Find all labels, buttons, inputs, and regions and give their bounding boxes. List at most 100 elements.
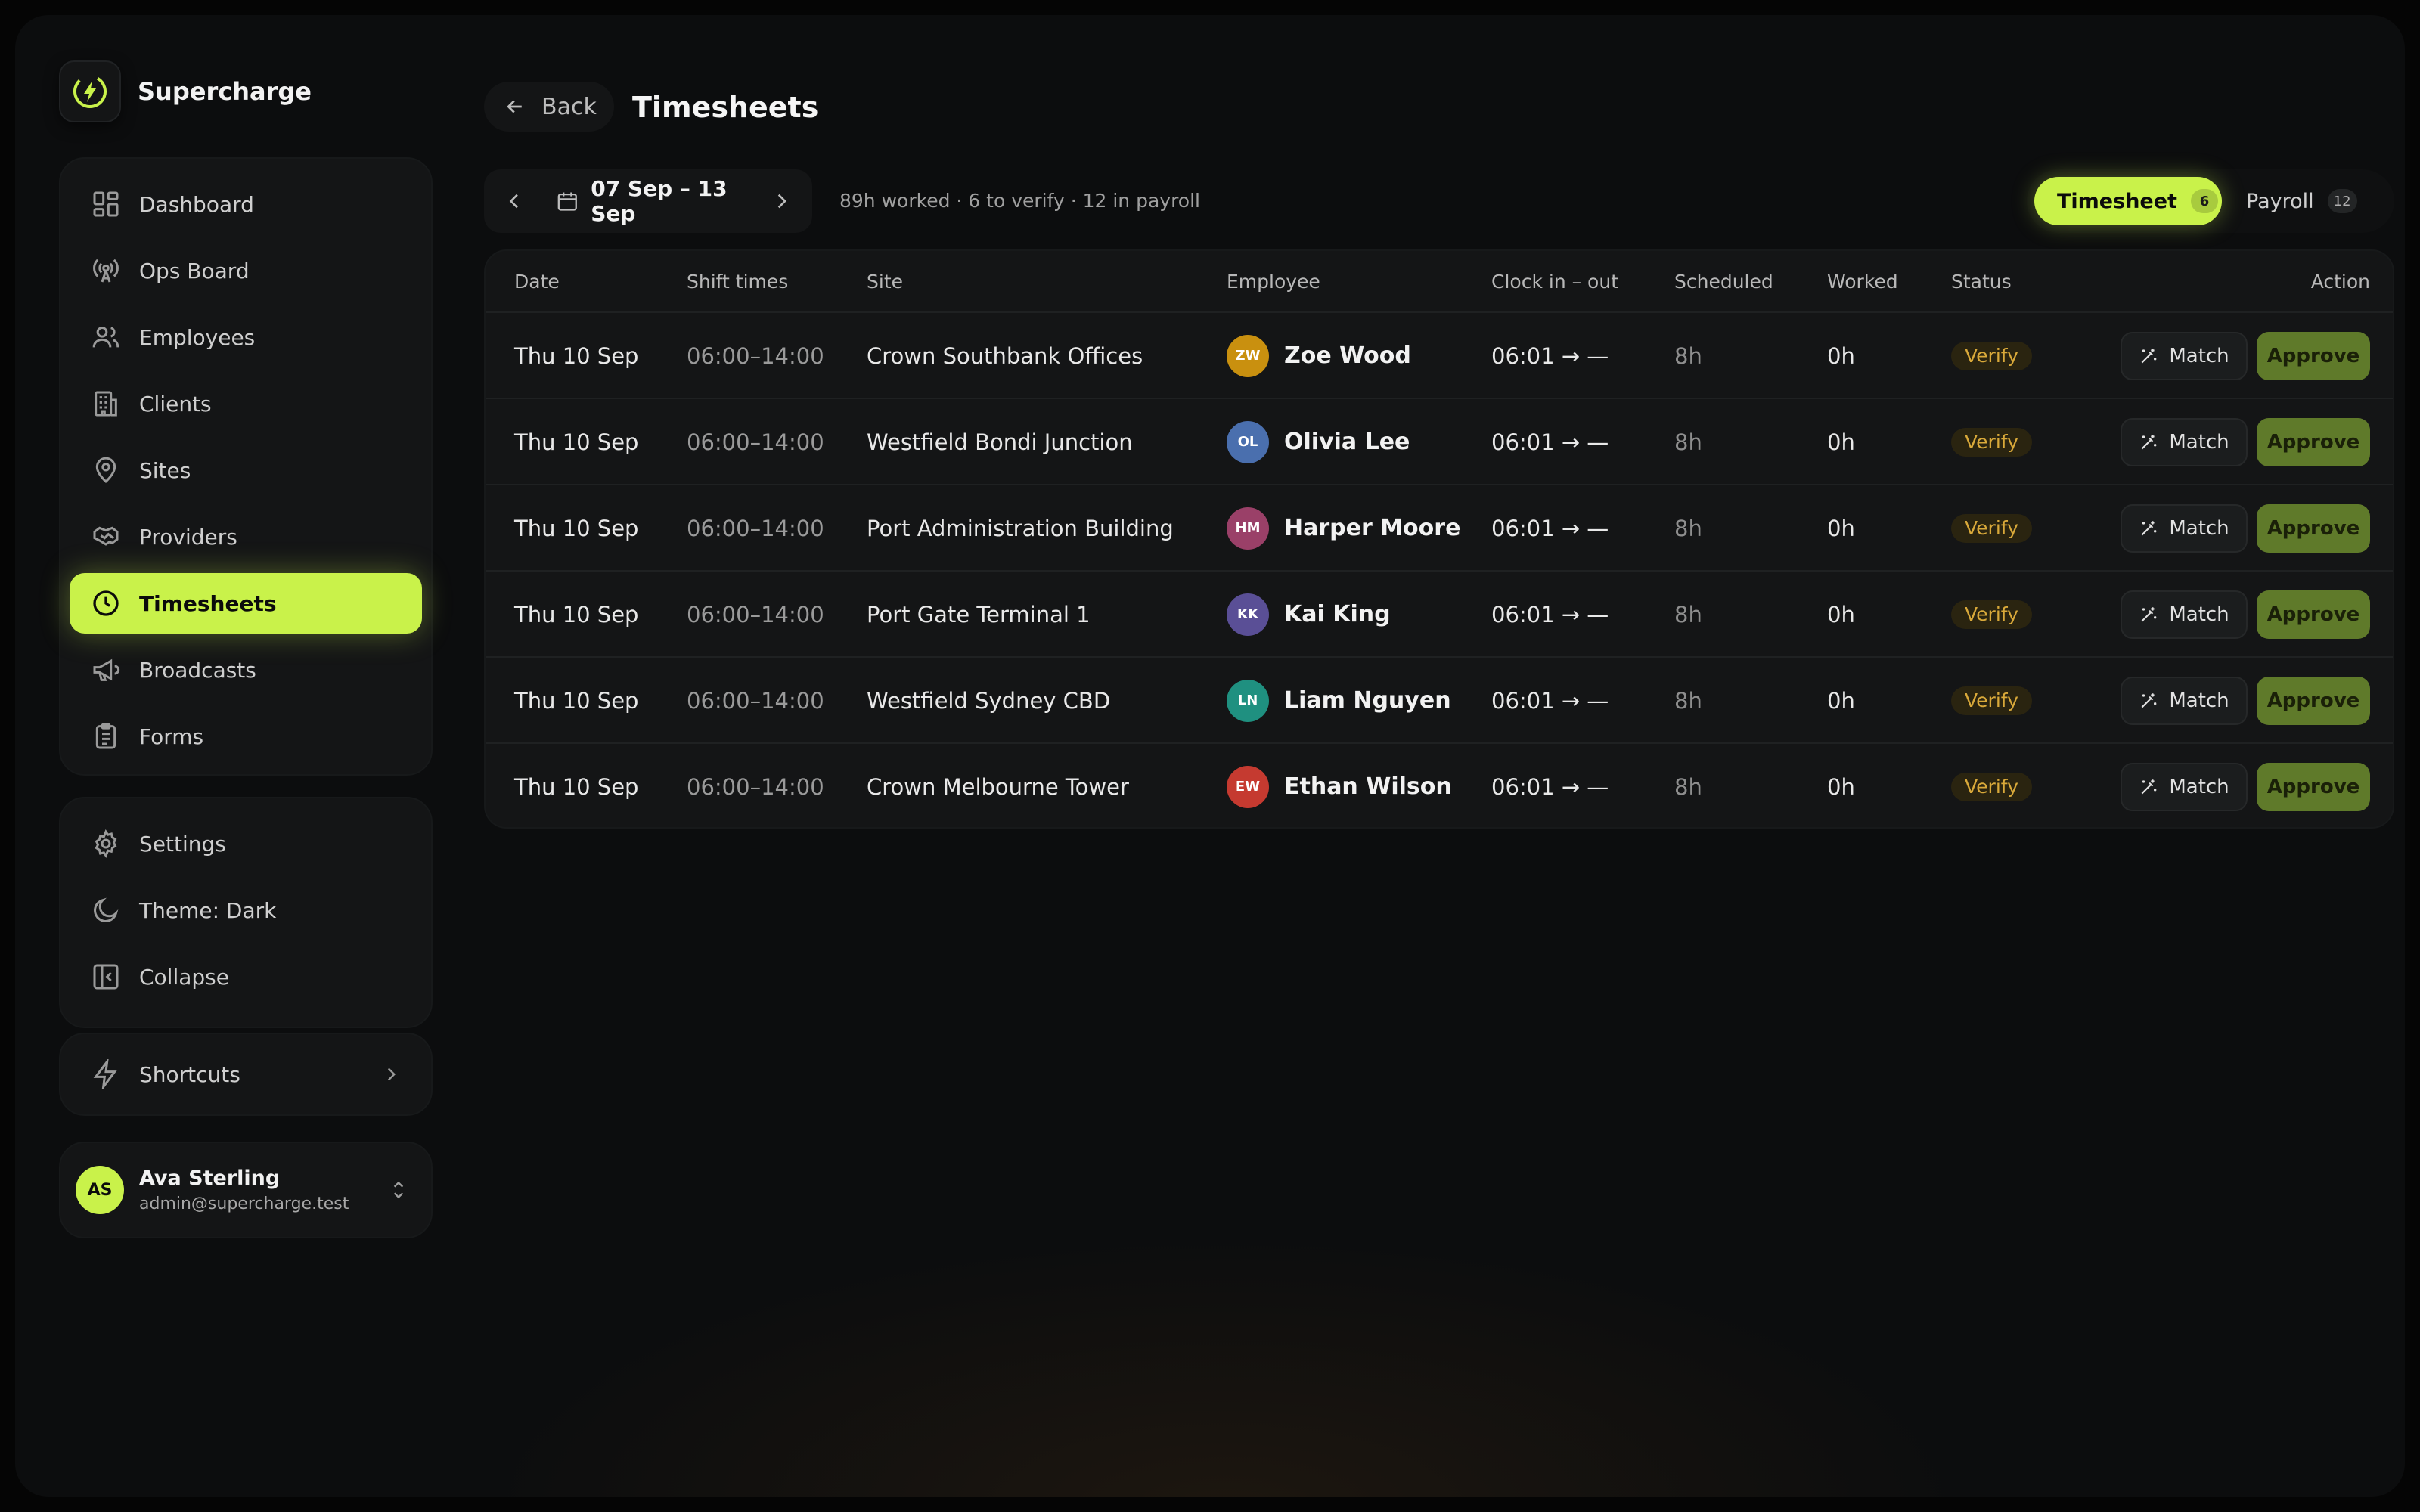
- employee-name[interactable]: Zoe Wood: [1284, 313, 1411, 399]
- cell-employee: HM Harper Moore: [1227, 485, 1460, 572]
- match-button[interactable]: Match: [2121, 677, 2248, 725]
- sidebar-item-dashboard[interactable]: Dashboard: [70, 174, 422, 234]
- match-button[interactable]: Match: [2121, 332, 2248, 380]
- column-header-site[interactable]: Site: [867, 251, 903, 313]
- sidebar-item-label: Sites: [139, 457, 191, 483]
- table-row[interactable]: Thu 10 Sep 06:00–14:00 Crown Southbank O…: [486, 313, 2393, 399]
- sidebar-item-label: Collapse: [139, 964, 229, 990]
- cell-scheduled: 8h: [1674, 688, 1702, 714]
- match-button[interactable]: Match: [2121, 590, 2248, 639]
- chevron-left-icon[interactable]: [504, 190, 526, 212]
- tab-label: Payroll: [2246, 189, 2314, 213]
- cell-site: Port Administration Building: [867, 516, 1174, 541]
- cell-action: Match Approve: [2121, 399, 2370, 485]
- cell-site: Westfield Bondi Junction: [867, 429, 1133, 455]
- sidebar-item-theme[interactable]: Theme: Dark: [70, 880, 422, 940]
- shortcuts-card[interactable]: Shortcuts: [59, 1033, 433, 1116]
- avatar: ZW: [1227, 335, 1269, 377]
- user-row[interactable]: AS Ava Sterling admin@supercharge.test: [60, 1143, 431, 1237]
- approve-button[interactable]: Approve: [2257, 504, 2370, 553]
- users-icon: [92, 327, 119, 348]
- sidebar-item-forms[interactable]: Forms: [70, 706, 422, 767]
- broadcast-icon: [93, 259, 119, 283]
- cell-site: Crown Southbank Offices: [867, 343, 1143, 369]
- cell-employee: EW Ethan Wilson: [1227, 744, 1452, 827]
- cell-site: Westfield Sydney CBD: [867, 688, 1111, 714]
- cell-status: Verify: [1951, 485, 2032, 572]
- sidebar-item-employees[interactable]: Employees: [70, 307, 422, 367]
- sidebar-item-label: Forms: [139, 723, 204, 749]
- column-header-scheduled[interactable]: Scheduled: [1674, 251, 1773, 313]
- status-badge: Verify: [1951, 514, 2032, 543]
- match-label: Match: [2169, 689, 2229, 712]
- cell-worked: 0h: [1827, 343, 1855, 369]
- week-range[interactable]: 07 Sep – 13 Sep: [591, 176, 771, 226]
- sidebar-item-sites[interactable]: Sites: [70, 440, 422, 500]
- column-header-date[interactable]: Date: [514, 251, 560, 313]
- sidebar-item-timesheets[interactable]: Timesheets: [70, 573, 422, 634]
- table-row[interactable]: Thu 10 Sep 06:00–14:00 Westfield Bondi J…: [486, 399, 2393, 485]
- user-text: Ava Sterling admin@supercharge.test: [139, 1167, 349, 1213]
- sidebar-system-nav: Settings Theme: Dark Collapse: [59, 797, 433, 1028]
- sidebar-item-clients[interactable]: Clients: [70, 373, 422, 434]
- sidebar-item-providers[interactable]: Providers: [70, 507, 422, 567]
- cell-scheduled: 8h: [1674, 602, 1702, 627]
- column-header-action: Action: [2310, 271, 2370, 293]
- brand[interactable]: Supercharge: [59, 60, 312, 122]
- employee-name[interactable]: Liam Nguyen: [1284, 658, 1451, 744]
- cell-clock: 06:01 → —: [1491, 343, 1609, 369]
- column-header-shift-times[interactable]: Shift times: [687, 251, 788, 313]
- column-header-worked[interactable]: Worked: [1827, 251, 1898, 313]
- cell-clock: 06:01 → —: [1491, 602, 1609, 627]
- cell-site: Port Gate Terminal 1: [867, 602, 1091, 627]
- table-row[interactable]: Thu 10 Sep 06:00–14:00 Port Gate Termina…: [486, 572, 2393, 658]
- cell-action: Match Approve: [2121, 313, 2370, 399]
- tab-label: Timesheet: [2057, 189, 2177, 213]
- cell-employee: KK Kai King: [1227, 572, 1391, 658]
- column-header-clock[interactable]: Clock in – out: [1491, 251, 1618, 313]
- sidebar-item-collapse[interactable]: Collapse: [70, 947, 422, 1007]
- moon-icon: [94, 897, 119, 922]
- match-button[interactable]: Match: [2121, 418, 2248, 466]
- cell-scheduled: 8h: [1674, 774, 1702, 800]
- approve-button[interactable]: Approve: [2257, 763, 2370, 811]
- tab-timesheet[interactable]: Timesheet 6: [2034, 177, 2222, 225]
- match-label: Match: [2169, 776, 2229, 798]
- magic-wand-icon: [2141, 521, 2157, 536]
- match-button[interactable]: Match: [2121, 504, 2248, 553]
- user-email: admin@supercharge.test: [139, 1194, 349, 1213]
- brand-name: Supercharge: [138, 77, 312, 106]
- employee-name[interactable]: Olivia Lee: [1284, 399, 1410, 485]
- shortcuts-row[interactable]: Shortcuts: [60, 1034, 431, 1114]
- column-header-status[interactable]: Status: [1951, 251, 2012, 313]
- user-menu[interactable]: AS Ava Sterling admin@supercharge.test: [59, 1142, 433, 1238]
- match-button[interactable]: Match: [2121, 763, 2248, 811]
- megaphone-icon: [93, 658, 120, 681]
- magic-wand-icon: [2141, 607, 2157, 622]
- sidebar-item-label: Dashboard: [139, 191, 254, 217]
- sidebar-item-ops-board[interactable]: Ops Board: [70, 240, 422, 301]
- table-row[interactable]: Thu 10 Sep 06:00–14:00 Westfield Sydney …: [486, 658, 2393, 744]
- timesheet-table: Date Shift times Site Employee Clock in …: [484, 249, 2394, 829]
- tab-payroll[interactable]: Payroll 12: [2222, 177, 2372, 225]
- table-row[interactable]: Thu 10 Sep 06:00–14:00 Port Administrati…: [486, 485, 2393, 572]
- column-header-employee[interactable]: Employee: [1227, 251, 1320, 313]
- approve-button[interactable]: Approve: [2257, 677, 2370, 725]
- approve-button[interactable]: Approve: [2257, 418, 2370, 466]
- employee-name[interactable]: Ethan Wilson: [1284, 744, 1452, 827]
- approve-button[interactable]: Approve: [2257, 332, 2370, 380]
- cell-worked: 0h: [1827, 774, 1855, 800]
- cell-employee: LN Liam Nguyen: [1227, 658, 1451, 744]
- page-title: Timesheets: [632, 91, 819, 124]
- table-row[interactable]: Thu 10 Sep 06:00–14:00 Crown Melbourne T…: [486, 744, 2393, 827]
- cell-clock: 06:01 → —: [1491, 774, 1609, 800]
- back-button[interactable]: Back: [484, 82, 614, 132]
- sidebar-item-broadcasts[interactable]: Broadcasts: [70, 640, 422, 700]
- chevron-right-icon[interactable]: [771, 190, 793, 212]
- cell-scheduled: 8h: [1674, 516, 1702, 541]
- employee-name[interactable]: Kai King: [1284, 572, 1391, 658]
- cell-date: Thu 10 Sep: [514, 343, 639, 369]
- sidebar-item-settings[interactable]: Settings: [70, 813, 422, 874]
- employee-name[interactable]: Harper Moore: [1284, 485, 1460, 572]
- approve-button[interactable]: Approve: [2257, 590, 2370, 639]
